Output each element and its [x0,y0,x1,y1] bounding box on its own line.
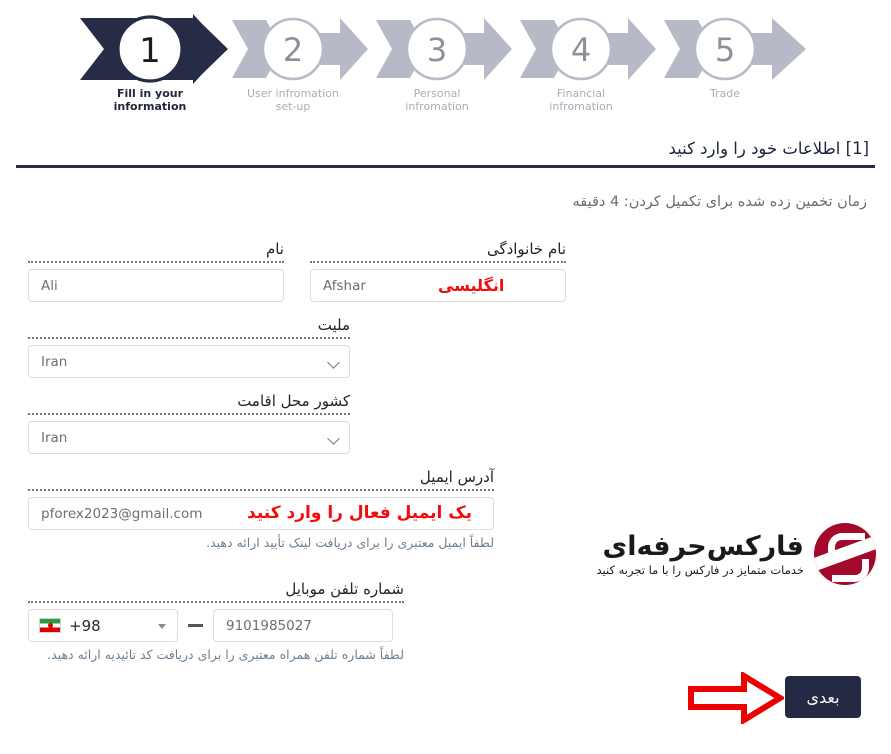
logo-subtitle: خدمات متمایز در فارکس را با ما تجربه کنی… [596,562,804,577]
red-arrow-annotation-icon [688,672,784,724]
first-name-input[interactable] [28,269,284,302]
last-name-label: نام خانوادگی [486,240,566,258]
country-code-select[interactable]: +98 [28,609,178,642]
field-residence-country: کشور محل اقامت Iran [28,392,350,454]
logo-text-block: فارکس‌حرفه‌ای خدمات متمایز در فارکس را ب… [596,530,805,578]
logo-mark-icon [814,523,876,585]
email-label: آدرس ایمیل [419,468,494,486]
residence-country-value: Iran [41,429,68,446]
iran-flag-icon [39,618,61,633]
brand-logo: فارکس‌حرفه‌ای خدمات متمایز در فارکس را ب… [596,518,876,590]
nationality-dotted-rule [28,337,350,339]
mobile-helper-text: لطفاً شماره تلفن همراه معتبری را برای در… [47,647,404,662]
mobile-number-input[interactable] [213,609,393,642]
mobile-label: شماره تلفن موبایل [285,580,404,598]
chevron-down-icon [327,432,340,445]
phone-separator-dash [188,624,203,627]
field-nationality: ملیت Iran [28,316,350,378]
next-button[interactable]: بعدی [785,676,861,718]
logo-title: فارکس‌حرفه‌ای [602,530,805,562]
nationality-select[interactable]: Iran [28,345,350,378]
mobile-input-row: +98 [28,609,404,642]
email-helper-text: لطفاً ایمیل معتبری را برای دریافت لینک ت… [206,535,494,550]
nationality-value: Iran [41,353,68,370]
field-mobile: شماره تلفن موبایل +98 لطفاً شماره تلفن ه… [28,580,404,662]
chevron-down-icon [327,356,340,369]
residence-country-select[interactable]: Iran [28,421,350,454]
mobile-dotted-rule [28,601,404,603]
last-name-dotted-rule [310,261,566,263]
first-name-dotted-rule [28,261,284,263]
registration-form: نام نام خانوادگی انگلیسی ملیت Iran کشور … [0,0,891,754]
residence-country-dotted-rule [28,413,350,415]
chevron-down-icon [158,624,166,629]
residence-country-label: کشور محل اقامت [237,392,350,410]
nationality-label: ملیت [317,316,350,334]
email-dotted-rule [28,489,494,491]
annotation-active-email: یک ایمیل فعال را وارد کنید [247,503,473,523]
first-name-label: نام [265,240,284,258]
annotation-english: انگلیسی [438,276,505,295]
field-first-name: نام [28,240,284,302]
country-code-value: +98 [69,616,101,635]
